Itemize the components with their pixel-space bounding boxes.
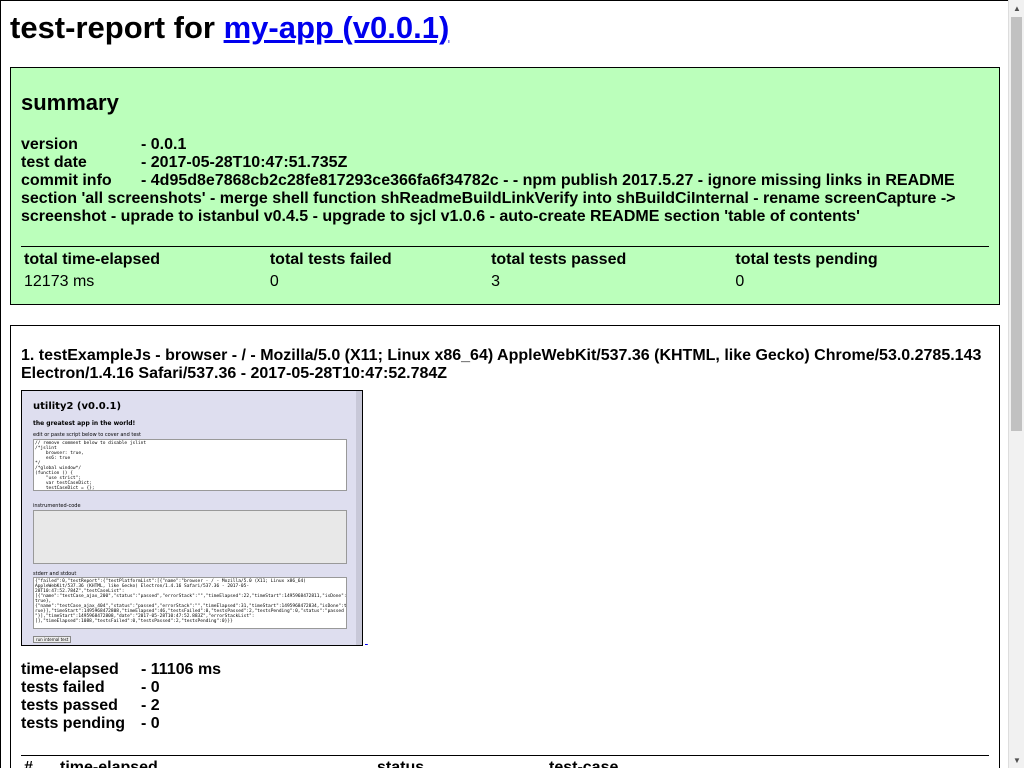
- stat-value-pending: 0: [735, 273, 745, 290]
- case-header-time: time-elapsed: [60, 759, 158, 768]
- scroll-down-arrow-icon[interactable]: ▼: [1009, 752, 1024, 768]
- case-header-status: status: [377, 759, 425, 768]
- screenshot-label-edit: edit or paste script below to cover and …: [33, 432, 141, 438]
- commit-info-label: commit info: [21, 172, 112, 189]
- stat-header-passed: total tests passed: [491, 251, 627, 268]
- tests-failed-value: - 0: [141, 679, 160, 696]
- case-header-index: #: [24, 759, 33, 768]
- commit-info-row: commit info - 4d95d8e7868cb2c28fe817293ce…: [21, 172, 989, 226]
- test-date-row: test date - 2017-05-28T10:47:51.735Z: [21, 154, 989, 172]
- page-title: test-report for my-app (v0.0.1): [10, 10, 1000, 46]
- stat-header-pending: total tests pending: [735, 251, 878, 268]
- stat-header-failed: total tests failed: [269, 251, 392, 268]
- screenshot-thumbnail[interactable]: utility2 (v0.0.1) the greatest app in th…: [21, 390, 363, 646]
- tests-passed-label: tests passed: [21, 697, 118, 714]
- app-link[interactable]: my-app (v0.0.1): [224, 10, 450, 45]
- time-elapsed-row: time-elapsed - 11106 ms: [21, 661, 989, 679]
- summary-stats-table: total time-elapsed total tests failed to…: [21, 246, 989, 291]
- tests-passed-row: tests passed - 2: [21, 697, 989, 715]
- report-page: test-report for my-app (v0.0.1) summary …: [0, 0, 1008, 768]
- summary-info: version - 0.0.1 test date - 2017-05-28T1…: [21, 136, 989, 226]
- time-elapsed-value: - 11106 ms: [141, 661, 222, 678]
- test-platform-section: 1. testExampleJs - browser - / - Mozilla…: [10, 325, 1000, 768]
- summary-heading: summary: [21, 90, 119, 115]
- stat-value-failed: 0: [269, 273, 279, 290]
- test-cases-table: # time-elapsed status test-case: [21, 755, 989, 768]
- time-elapsed-label: time-elapsed: [21, 661, 119, 678]
- tests-passed-value: - 2: [141, 697, 160, 714]
- test-date-value: - 2017-05-28T10:47:51.735Z: [141, 154, 348, 171]
- screenshot-link-tail[interactable]: [365, 635, 368, 646]
- version-row: version - 0.0.1: [21, 136, 989, 154]
- screenshot-label-instrumented: instrumented-code: [33, 503, 81, 509]
- scrollbar-thumb[interactable]: [1011, 17, 1022, 431]
- stat-value-passed: 3: [491, 273, 500, 290]
- screenshot-code-area: // remove comment below to disable jslin…: [33, 439, 347, 491]
- version-value: - 0.0.1: [141, 136, 187, 153]
- stat-value-time: 12173 ms: [24, 273, 95, 290]
- page-scrollbar[interactable]: ▲ ▼: [1008, 0, 1024, 768]
- tests-failed-label: tests failed: [21, 679, 105, 696]
- tests-failed-row: tests failed - 0: [21, 679, 989, 697]
- case-header-test-case: test-case: [549, 759, 619, 768]
- test-platform-meta: time-elapsed - 11106 ms tests failed - 0…: [21, 661, 989, 733]
- screenshot-link-wrap: utility2 (v0.0.1) the greatest app in th…: [21, 390, 368, 646]
- page-title-prefix: test-report for: [10, 10, 224, 45]
- stat-header-time: total time-elapsed: [24, 251, 161, 268]
- scroll-up-arrow-icon[interactable]: ▲: [1009, 0, 1024, 16]
- test-platform-title: 1. testExampleJs - browser - / - Mozilla…: [21, 347, 982, 382]
- screenshot-instrumented-area: [33, 510, 347, 564]
- test-date-label: test date: [21, 154, 87, 171]
- commit-info-value: - 4d95d8e7868cb2c28fe817293ce366fa6f3478…: [21, 172, 956, 225]
- summary-section: summary version - 0.0.1 test date - 2017…: [10, 67, 1000, 305]
- screenshot-app-subtitle: the greatest app in the world!: [33, 420, 136, 427]
- screenshot-output-area: {"failed":0,"testReport":{"testPlatformL…: [33, 577, 347, 629]
- tests-pending-label: tests pending: [21, 715, 126, 732]
- screenshot-scrollbar: [356, 391, 362, 645]
- screenshot-run-button: run internal test: [33, 636, 72, 643]
- tests-pending-row: tests pending - 0: [21, 715, 989, 733]
- screenshot-app-title: utility2 (v0.0.1): [33, 401, 122, 412]
- tests-pending-value: - 0: [141, 715, 160, 732]
- version-label: version: [21, 136, 78, 153]
